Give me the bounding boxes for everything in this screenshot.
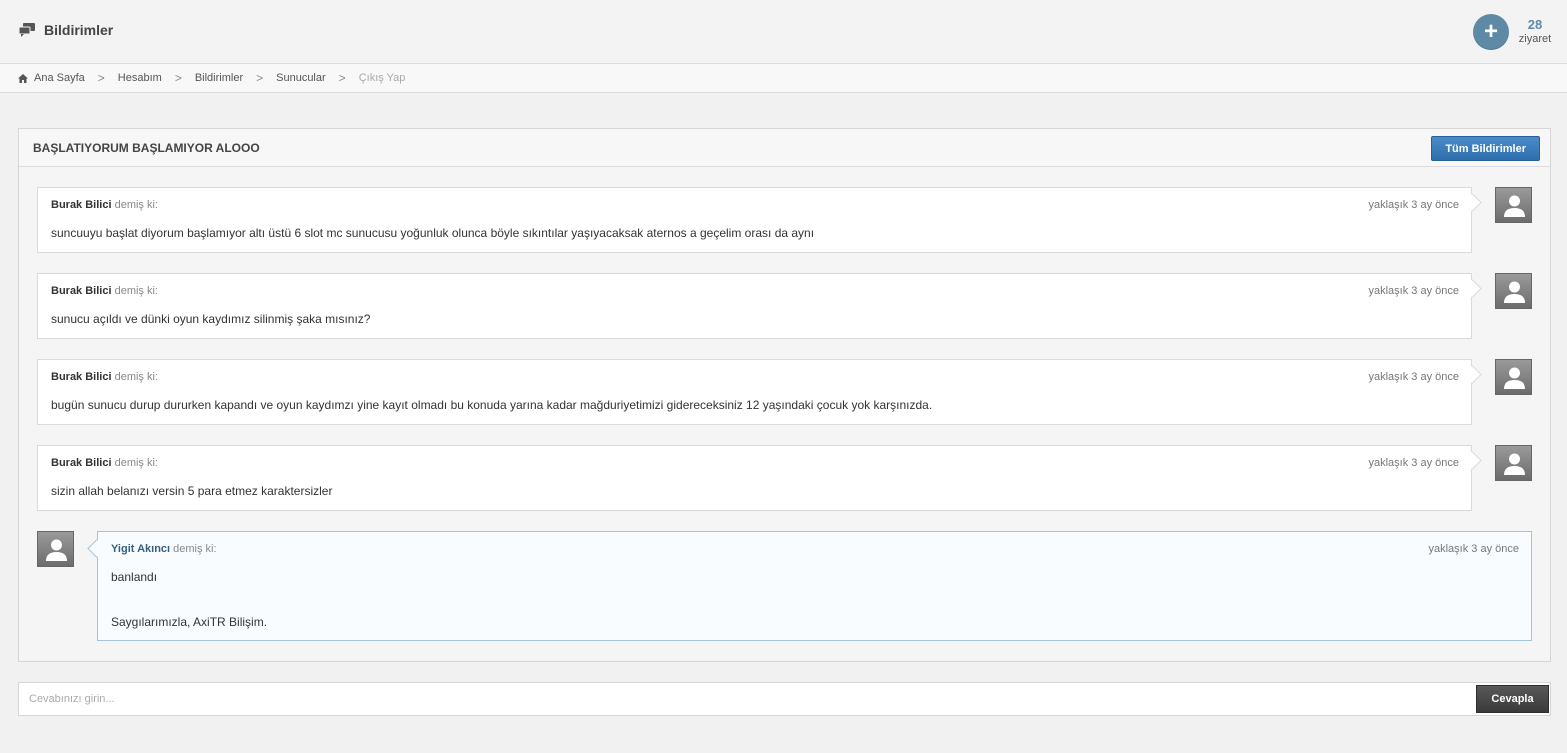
- message-text: banlandı: [111, 570, 158, 584]
- staff-avatar: [37, 531, 74, 567]
- user-silhouette-icon: [1504, 195, 1525, 217]
- message-said: demiş ki:: [114, 285, 158, 297]
- message-time: yaklaşık 3 ay önce: [1368, 285, 1460, 297]
- reply-button[interactable]: Cevapla: [1476, 685, 1549, 713]
- avatar: [1495, 445, 1532, 481]
- message-item: Burak Bilici demiş ki: yaklaşık 3 ay önc…: [37, 187, 1472, 253]
- home-icon: [18, 73, 28, 83]
- message-signature: Saygılarımızla, AxiTR Bilişim.: [111, 615, 268, 629]
- message-time: yaklaşık 3 ay önce: [1368, 457, 1460, 469]
- message-item: Burak Bilici demiş ki: yaklaşık 3 ay önc…: [37, 359, 1472, 425]
- chevron-right-icon: >: [174, 71, 182, 85]
- add-button[interactable]: +: [1473, 14, 1509, 50]
- breadcrumb-notifications[interactable]: Bildirimler: [195, 72, 243, 84]
- user-silhouette-icon: [46, 539, 67, 561]
- message-said: demiş ki:: [114, 371, 158, 383]
- ticket-header: BAŞLATIYORUM BAŞLAMIYOR ALOOO Tüm Bildir…: [19, 129, 1550, 167]
- message-meta: Burak Bilici demiş ki:: [51, 457, 158, 469]
- breadcrumb-home[interactable]: Ana Sayfa: [18, 72, 85, 84]
- user-silhouette-icon: [1504, 453, 1525, 475]
- message-meta: Burak Bilici demiş ki:: [51, 371, 158, 383]
- breadcrumb-home-label: Ana Sayfa: [34, 72, 85, 84]
- chevron-right-icon: >: [256, 71, 264, 85]
- message-meta: Yigit Akıncı demiş ki:: [111, 543, 217, 555]
- user-silhouette-icon: [1504, 367, 1525, 389]
- visits-label: ziyaret: [1518, 33, 1552, 45]
- message-text: sunucu açıldı ve dünki oyun kaydımız sil…: [51, 312, 371, 326]
- chat-bubbles-icon: [18, 23, 35, 37]
- message-author: Burak Bilici: [51, 457, 112, 469]
- message-author: Burak Bilici: [51, 199, 112, 211]
- message-item: Burak Bilici demiş ki: yaklaşık 3 ay önc…: [37, 273, 1472, 339]
- chevron-right-icon: >: [338, 71, 346, 85]
- ticket-panel: BAŞLATIYORUM BAŞLAMIYOR ALOOO Tüm Bildir…: [18, 128, 1551, 662]
- page-title: Bildirimler: [44, 22, 114, 38]
- message-text: bugün sunucu durup dururken kapandı ve o…: [51, 398, 933, 412]
- breadcrumb-servers[interactable]: Sunucular: [276, 72, 326, 84]
- message-author: Burak Bilici: [51, 285, 112, 297]
- message-said: demiş ki:: [114, 457, 158, 469]
- message-said: demiş ki:: [173, 543, 217, 555]
- staff-message-item: Yigit Akıncı demiş ki: yaklaşık 3 ay önc…: [97, 531, 1532, 641]
- reply-input[interactable]: [19, 683, 1475, 715]
- message-meta: Burak Bilici demiş ki:: [51, 285, 158, 297]
- reply-form: Cevapla: [18, 682, 1551, 716]
- avatar: [1495, 187, 1532, 223]
- chevron-right-icon: >: [97, 71, 105, 85]
- message-author: Yigit Akıncı: [111, 543, 171, 555]
- message-item: Burak Bilici demiş ki: yaklaşık 3 ay önc…: [37, 445, 1472, 511]
- user-silhouette-icon: [1504, 281, 1525, 303]
- visits-counter: 28 ziyaret: [1514, 18, 1556, 46]
- message-time: yaklaşık 3 ay önce: [1368, 371, 1460, 383]
- message-meta: Burak Bilici demiş ki:: [51, 199, 158, 211]
- avatar: [1495, 273, 1532, 309]
- message-said: demiş ki:: [114, 199, 158, 211]
- message-text: sizin allah belanızı versin 5 para etmez…: [51, 484, 333, 498]
- message-time: yaklaşık 3 ay önce: [1368, 199, 1460, 211]
- header-title-group: Bildirimler: [18, 22, 113, 38]
- message-time: yaklaşık 3 ay önce: [1428, 543, 1520, 555]
- visits-count: 28: [1527, 17, 1543, 32]
- page-header: Bildirimler + 28 ziyaret: [0, 0, 1567, 64]
- breadcrumb-logout[interactable]: Çıkış Yap: [359, 72, 406, 84]
- breadcrumb: Ana Sayfa > Hesabım > Bildirimler > Sunu…: [0, 64, 1567, 93]
- avatar: [1495, 359, 1532, 395]
- ticket-title: BAŞLATIYORUM BAŞLAMIYOR ALOOO: [33, 141, 260, 155]
- plus-icon: +: [1483, 18, 1498, 45]
- message-author: Burak Bilici: [51, 371, 112, 383]
- all-notifications-button[interactable]: Tüm Bildirimler: [1431, 136, 1540, 161]
- breadcrumb-account[interactable]: Hesabım: [118, 72, 162, 84]
- message-text: suncuuyu başlat diyorum başlamıyor altı …: [51, 226, 815, 240]
